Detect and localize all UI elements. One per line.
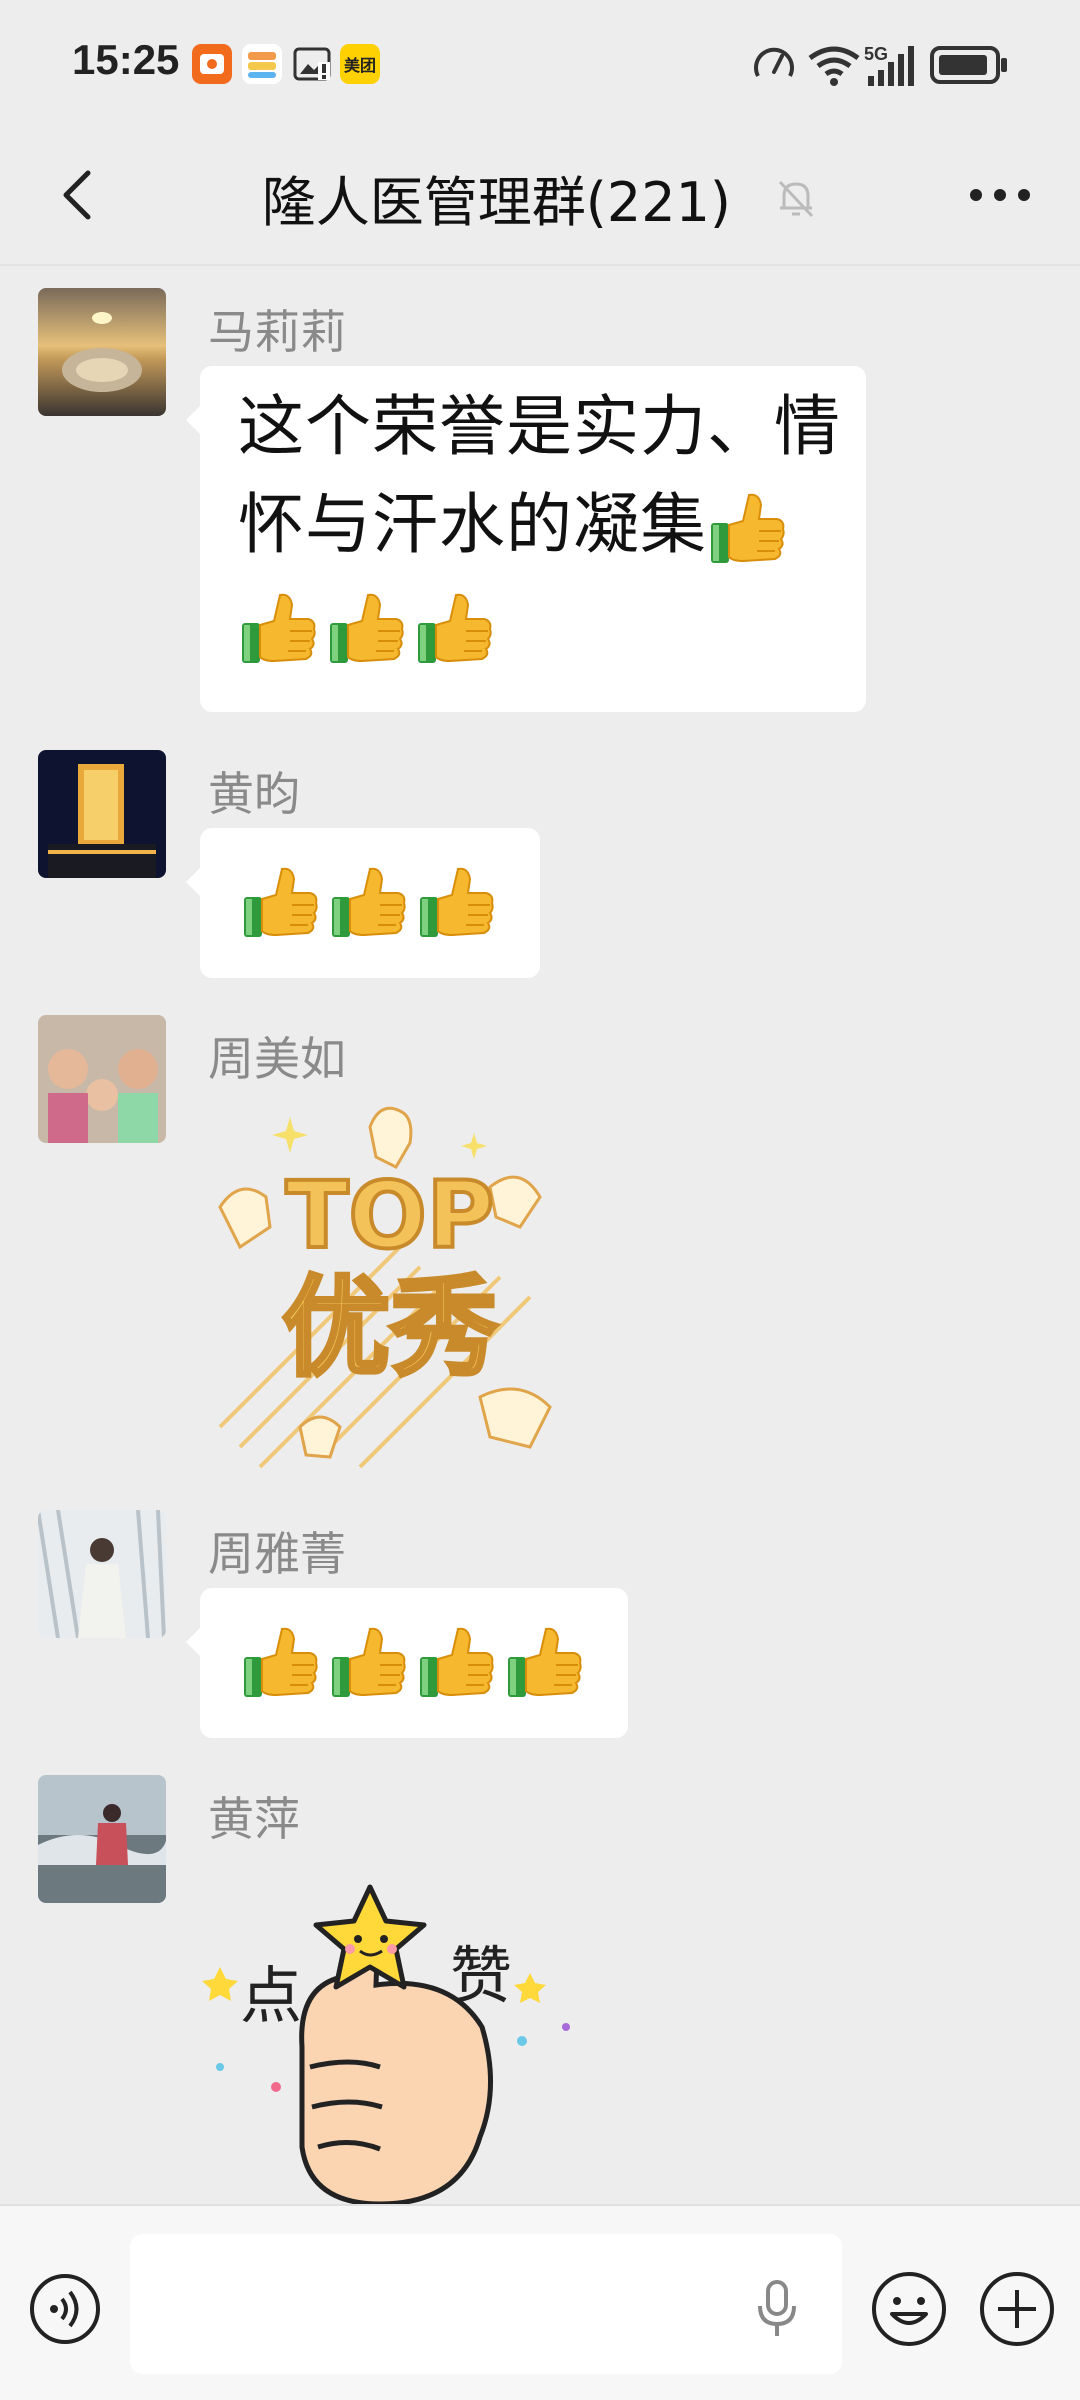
thumbs-up-emoji	[414, 589, 494, 669]
cloud-app-icon	[242, 44, 282, 84]
thumbs-up-emoji	[707, 489, 787, 569]
sender-name: 周雅菁	[208, 1527, 346, 1581]
emoji-row	[238, 576, 841, 674]
microphone-icon[interactable]	[752, 2278, 802, 2338]
sender-name: 马莉莉	[208, 305, 346, 359]
meituan-label: 美团	[343, 56, 376, 75]
voice-toggle-icon	[30, 2274, 100, 2344]
thumbs-up-emoji	[326, 589, 406, 669]
thumbs-up-emoji	[328, 1623, 408, 1703]
emoji-bubble[interactable]	[186, 1588, 628, 1738]
sticker-text-bottom: 优秀	[282, 1266, 498, 1391]
text-bubble[interactable]: 这个荣誉是实力、情 怀与汗水的凝集	[186, 366, 866, 712]
plus-icon	[980, 2272, 1054, 2346]
sticker-text-left: 点	[240, 1959, 302, 2032]
speed-icon	[754, 47, 794, 77]
status-right-icons: 5G	[754, 44, 1007, 86]
thumbs-up-emoji	[504, 1623, 584, 1703]
bell-off-icon	[779, 180, 814, 217]
network-label: 5G	[864, 44, 888, 64]
message-line-2: 怀与汗水的凝集	[238, 476, 841, 574]
cloudy-mountain-avatar[interactable]	[38, 1775, 166, 1903]
sunset-water-avatar[interactable]	[38, 288, 166, 416]
battery-icon	[930, 46, 1007, 84]
message-line: 这个荣誉是实力、情	[238, 388, 841, 465]
image-alert-icon	[292, 44, 332, 84]
sender-name: 黄昀	[208, 767, 300, 821]
sender-name: 黄萍	[208, 1792, 300, 1846]
emoji-row	[240, 863, 504, 943]
thumbs-up-emoji	[416, 1623, 496, 1703]
sticker-text-right: 赞	[450, 1939, 512, 2012]
emoji-button[interactable]	[870, 2270, 948, 2348]
input-bar	[0, 2204, 1080, 2400]
thumbs-up-star-sticker[interactable]: 点 赞	[200, 1867, 600, 2204]
sticker-text-top: TOP	[286, 1162, 494, 1269]
thumbs-up-emoji	[240, 863, 320, 943]
header-divider	[0, 264, 1080, 266]
wifi-icon	[808, 46, 860, 86]
voice-toggle-button[interactable]	[28, 2272, 102, 2346]
plus-button[interactable]	[978, 2270, 1056, 2348]
chat-title[interactable]: 隆人医管理群(221)	[262, 158, 731, 237]
emoji-icon	[872, 2272, 946, 2346]
thumbs-up-emoji	[238, 589, 318, 669]
status-time: 15:25	[72, 36, 180, 83]
sender-name: 周美如	[208, 1032, 346, 1086]
snow-forest-avatar[interactable]	[38, 1510, 166, 1638]
emoji-row	[240, 1623, 592, 1703]
family-photo-avatar[interactable]	[38, 1015, 166, 1143]
more-dots-icon	[970, 189, 1030, 201]
more-button[interactable]	[968, 170, 1032, 220]
thumbs-up-emoji	[328, 863, 408, 943]
top-youxiu-sticker[interactable]: TOP 优秀	[200, 1097, 580, 1477]
meituan-icon: 美团	[340, 44, 380, 84]
night-building-avatar[interactable]	[38, 750, 166, 878]
chat-header: 隆人医管理群(221)	[0, 130, 1080, 265]
app-badge-icon	[192, 44, 232, 84]
emoji-bubble[interactable]	[186, 828, 540, 978]
message-input[interactable]	[130, 2234, 842, 2374]
thumbs-up-emoji	[240, 1623, 320, 1703]
chat-title-wrap: 隆人医管理群(221)	[0, 158, 1080, 237]
status-bar: 15:25 美团 5G	[0, 0, 1080, 130]
thumbs-up-emoji	[416, 863, 496, 943]
